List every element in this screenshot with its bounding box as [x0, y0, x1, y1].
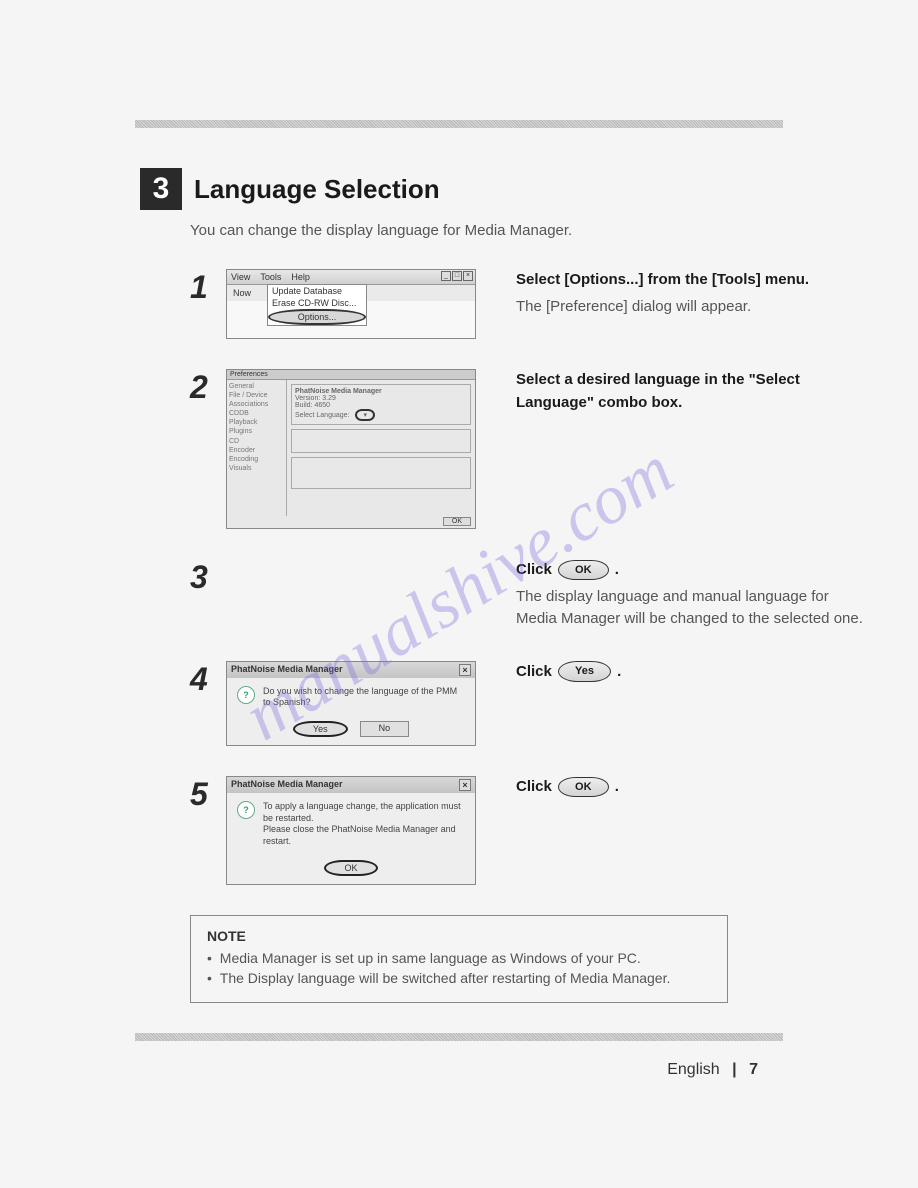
step-2: 2 Preferences General File / Device Asso… [190, 369, 868, 529]
dialog-title-text: PhatNoise Media Manager [231, 664, 343, 676]
lang-label: Select Language: [295, 412, 350, 419]
restart-dialog-screenshot: PhatNoise Media Manager × ? To apply a l… [226, 776, 476, 885]
page-footer: English | 7 [50, 1061, 758, 1079]
menu-help: Help [291, 272, 310, 282]
step-3-instruction: Click OK . [516, 559, 868, 582]
step-3-detail: The display language and manual language… [516, 586, 868, 631]
language-combo: ▾ [355, 409, 375, 421]
menu-item-options: Options... [268, 309, 366, 325]
yes-button-icon: Yes [558, 661, 611, 682]
menu-item-erase: Erase CD-RW Disc... [268, 297, 366, 309]
tools-menu-screenshot: View Tools Help _ □ × Now Update Databas… [226, 269, 476, 339]
menu-tools: Tools [260, 272, 281, 282]
section-title: Language Selection [194, 174, 440, 205]
close-icon: × [459, 779, 471, 791]
minimize-icon: _ [441, 271, 451, 281]
step-1-instruction: Select [Options...] from the [Tools] men… [516, 269, 868, 292]
close-icon: × [459, 664, 471, 676]
step-4-instruction: Click Yes . [516, 661, 868, 684]
pref-titlebar: Preferences [227, 370, 475, 380]
nav-item: Visuals [229, 464, 284, 473]
pref-version: Version: 3.29 [295, 395, 467, 402]
step-3: 3 Click OK . The display language and ma… [190, 559, 868, 631]
step-number: 4 [190, 661, 226, 698]
preferences-screenshot: Preferences General File / Device Associ… [226, 369, 476, 529]
ok-button-icon: OK [558, 777, 609, 798]
menu-view: View [231, 272, 250, 282]
nav-item: Encoding [229, 455, 284, 464]
note-item: The Display language will be switched af… [207, 970, 711, 986]
dialog-title-text: PhatNoise Media Manager [231, 779, 343, 791]
page-number: 7 [749, 1061, 758, 1078]
nav-item: Playback [229, 418, 284, 427]
ok-button-icon: OK [558, 560, 609, 581]
dialog-line-2: Please close the PhatNoise Media Manager… [263, 824, 465, 847]
no-button: No [360, 721, 410, 737]
step-5-instruction: Click OK . [516, 776, 868, 799]
tools-dropdown: Update Database Erase CD-RW Disc... Opti… [267, 284, 367, 326]
pref-build: Build: 4650 [295, 402, 467, 409]
menu-item-update: Update Database [268, 285, 366, 297]
note-box: NOTE Media Manager is set up in same lan… [190, 915, 728, 1003]
nav-item: General [229, 382, 284, 391]
note-item: Media Manager is set up in same language… [207, 950, 711, 966]
close-icon: × [463, 271, 473, 281]
section-header: 3 Language Selection [140, 168, 868, 210]
step-1-detail: The [Preference] dialog will appear. [516, 296, 868, 319]
nav-item: Encoder [229, 446, 284, 455]
confirm-dialog-screenshot: PhatNoise Media Manager × ? Do you wish … [226, 661, 476, 746]
question-icon: ? [237, 801, 255, 819]
step-number: 3 [190, 559, 226, 596]
step-5: 5 PhatNoise Media Manager × ? To apply a… [190, 776, 868, 885]
footer-language: English [667, 1061, 719, 1078]
nav-item: CDDB [229, 409, 284, 418]
toolbar-item: Now [233, 288, 251, 298]
ok-button: OK [324, 860, 377, 876]
nav-item: CD [229, 437, 284, 446]
step-number: 1 [190, 269, 226, 306]
window-controls: _ □ × [441, 271, 473, 281]
pref-nav: General File / Device Associations CDDB … [227, 380, 287, 516]
nav-item: Plugins [229, 427, 284, 436]
pref-ok-button: OK [443, 517, 471, 526]
step-number: 5 [190, 776, 226, 813]
note-title: NOTE [207, 928, 711, 944]
section-intro: You can change the display language for … [190, 222, 868, 239]
step-1: 1 View Tools Help _ □ × Now Update Datab… [190, 269, 868, 339]
section-number-badge: 3 [140, 168, 182, 210]
step-2-instruction: Select a desired language in the "Select… [516, 369, 868, 414]
dialog-message: Do you wish to change the language of th… [263, 686, 465, 709]
bottom-divider [135, 1033, 783, 1041]
question-icon: ? [237, 686, 255, 704]
step-number: 2 [190, 369, 226, 406]
step-4: 4 PhatNoise Media Manager × ? Do you wis… [190, 661, 868, 746]
yes-button: Yes [293, 721, 348, 737]
maximize-icon: □ [452, 271, 462, 281]
pref-group-title: PhatNoise Media Manager [295, 388, 467, 395]
top-divider [135, 120, 783, 128]
nav-item: File / Device Associations [229, 391, 284, 409]
dialog-line-1: To apply a language change, the applicat… [263, 801, 465, 824]
